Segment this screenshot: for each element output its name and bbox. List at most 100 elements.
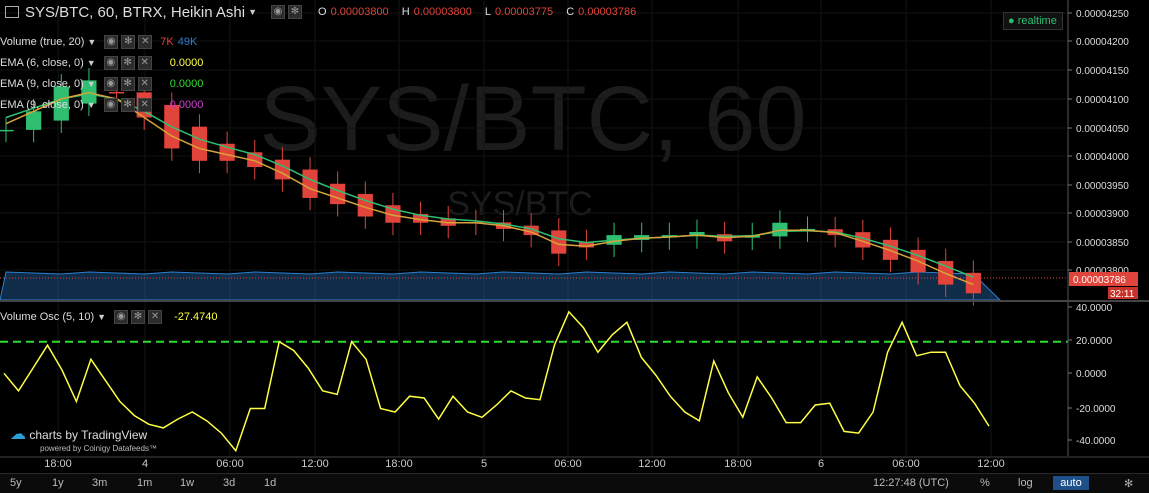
auto-toggle[interactable]: auto xyxy=(1053,476,1089,490)
legend-ema1-value: 0.0000 xyxy=(169,57,204,69)
chevron-down-icon[interactable]: ▼ xyxy=(87,79,96,89)
close-icon[interactable]: ✕ xyxy=(137,56,152,70)
price-tick-label: 0.00004250 xyxy=(1076,9,1129,20)
legend-osc-value: -27.4740 xyxy=(174,311,218,323)
time-axis-label: 12:00 xyxy=(638,458,666,470)
timeframe-5y[interactable]: 5y xyxy=(10,477,22,489)
volume-ma-area xyxy=(0,271,1002,301)
time-axis-label: 06:00 xyxy=(554,458,582,470)
eye-icon[interactable]: ◉ xyxy=(103,77,118,91)
status-dot-icon: ● xyxy=(1008,15,1015,27)
timeframe-3m[interactable]: 3m xyxy=(92,477,107,489)
gear-icon[interactable]: ✻ xyxy=(120,56,135,70)
realtime-label: realtime xyxy=(1017,15,1057,27)
price-tick-label: 0.00003850 xyxy=(1076,238,1129,249)
chart-root: SYS/BTC, 60 SYS/BTC 18:00 4 06:00 12:00 18:0… xyxy=(0,0,1149,493)
tradingview-branding[interactable]: ☁ charts by TradingView powered by Coini… xyxy=(10,424,157,453)
cloud-icon: ☁ xyxy=(10,426,26,443)
eye-icon[interactable]: ◉ xyxy=(114,310,129,324)
ohlc-high-value: 0.00003800 xyxy=(413,6,472,18)
legend-ema3[interactable]: EMA (9, close, 0) ▼ ◉ ✻ ✕ 0.0000 xyxy=(0,95,203,115)
gear-icon[interactable]: ✻ xyxy=(121,35,136,49)
ohlc-high-key: H xyxy=(401,6,410,18)
time-axis-label: 6 xyxy=(818,458,824,470)
gear-icon[interactable]: ✻ xyxy=(288,5,302,19)
candle-body xyxy=(330,183,346,205)
timeframe-3d[interactable]: 3d xyxy=(223,477,235,489)
time-axis-label: 06:00 xyxy=(216,458,244,470)
timeframe-1m[interactable]: 1m xyxy=(137,477,152,489)
title-bar: SYS/BTC, 60, BTRX, Heikin Ashi ▼ ◉ ✻ O 0.… xyxy=(0,0,646,24)
chevron-down-icon[interactable]: ▼ xyxy=(97,312,106,322)
price-tick-label: 0.00004200 xyxy=(1076,37,1129,48)
osc-tick-label: 20.0000 xyxy=(1076,336,1113,347)
realtime-badge[interactable]: ● realtime xyxy=(1003,12,1063,30)
ohlc-low-key: L xyxy=(484,6,492,18)
legend-ema2-label: EMA (9, close, 0) xyxy=(0,78,84,90)
price-tick-label: 0.00004150 xyxy=(1076,66,1129,77)
candle-body xyxy=(0,129,14,132)
time-axis-label: 18:00 xyxy=(44,458,72,470)
gear-icon[interactable]: ✻ xyxy=(120,98,135,112)
time-axis-label: 18:00 xyxy=(724,458,752,470)
price-tick-label: 0.00003900 xyxy=(1076,209,1129,220)
time-axis-label: 12:00 xyxy=(977,458,1005,470)
symbol-title[interactable]: SYS/BTC, 60, BTRX, Heikin Ashi xyxy=(25,4,245,21)
legend-ema2-value: 0.0000 xyxy=(169,78,204,90)
branding-main: charts by TradingView xyxy=(29,428,148,442)
time-axis-label: 12:00 xyxy=(301,458,329,470)
legend-volume-label: Volume (true, 20) xyxy=(0,36,85,48)
close-icon[interactable]: ✕ xyxy=(137,98,152,112)
time-axis-label: 18:00 xyxy=(385,458,413,470)
bottom-toolbar: 5y 1y 3m 1m 1w 3d 1d 12:27:48 (UTC) % lo… xyxy=(0,473,1149,493)
price-tick-label: 0.00004000 xyxy=(1076,152,1129,163)
legend-volume-ma-value: 49K xyxy=(177,36,198,48)
eye-icon[interactable]: ◉ xyxy=(103,56,118,70)
close-icon[interactable]: ✕ xyxy=(138,35,153,49)
chevron-down-icon[interactable]: ▼ xyxy=(87,100,96,110)
ohlc-close-value: 0.00003786 xyxy=(578,6,637,18)
settings-icon[interactable]: ◉ xyxy=(271,5,285,19)
eye-icon[interactable]: ◉ xyxy=(104,35,119,49)
utc-clock[interactable]: 12:27:48 (UTC) xyxy=(873,477,949,489)
legend-ema3-label: EMA (9, close, 0) xyxy=(0,99,84,111)
legend-ema2[interactable]: EMA (9, close, 0) ▼ ◉ ✻ ✕ 0.0000 xyxy=(0,74,203,94)
ohlc-open-key: O xyxy=(318,6,327,18)
current-price-label: 0.00003786 xyxy=(1073,275,1126,286)
log-toggle[interactable]: log xyxy=(1018,477,1033,489)
percent-toggle[interactable]: % xyxy=(980,477,990,489)
gear-icon[interactable]: ✻ xyxy=(120,77,135,91)
watermark-main: SYS/BTC, 60 xyxy=(259,68,806,170)
branding-sub: powered by Coinigy Datafeeds™ xyxy=(40,444,157,453)
osc-tick-label: -40.0000 xyxy=(1076,436,1116,447)
osc-tick-label: 40.0000 xyxy=(1076,303,1113,314)
price-tick-label: 0.00004050 xyxy=(1076,124,1129,135)
legend-ema1-label: EMA (6, close, 0) xyxy=(0,57,84,69)
ohlc-open-value: 0.00003800 xyxy=(330,6,389,18)
legend-osc-label: Volume Osc (5, 10) xyxy=(0,311,95,323)
ohlc-low-value: 0.00003775 xyxy=(495,6,554,18)
legend-ema3-value: 0.0000 xyxy=(169,99,204,111)
chevron-down-icon[interactable]: ▼ xyxy=(87,37,96,47)
time-axis-label: 4 xyxy=(142,458,148,470)
watermark-sub: SYS/BTC xyxy=(447,185,592,223)
gear-icon[interactable]: ✻ xyxy=(131,310,146,324)
price-tick-label: 0.00004100 xyxy=(1076,95,1129,106)
timeframe-1w[interactable]: 1w xyxy=(180,477,194,489)
legend-osc[interactable]: Volume Osc (5, 10) ▼ ◉ ✻ ✕ -27.4740 xyxy=(0,307,218,327)
gear-icon[interactable]: ✻ xyxy=(1124,477,1133,490)
chevron-down-icon[interactable]: ▼ xyxy=(248,7,257,17)
eye-icon[interactable]: ◉ xyxy=(103,98,118,112)
chevron-down-icon[interactable]: ▼ xyxy=(87,58,96,68)
close-icon[interactable]: ✕ xyxy=(148,310,163,324)
time-axis-label: 5 xyxy=(481,458,487,470)
timeframe-1y[interactable]: 1y xyxy=(52,477,64,489)
timeframe-1d[interactable]: 1d xyxy=(264,477,276,489)
close-icon[interactable]: ✕ xyxy=(137,77,152,91)
osc-tick-label: 0.0000 xyxy=(1076,369,1107,380)
menu-icon[interactable] xyxy=(5,6,19,18)
legend-ema1[interactable]: EMA (6, close, 0) ▼ ◉ ✻ ✕ 0.0000 xyxy=(0,53,203,73)
legend-volume[interactable]: Volume (true, 20) ▼ ◉ ✻ ✕ 7K 49K xyxy=(0,32,197,52)
osc-tick-label: -20.0000 xyxy=(1076,404,1116,415)
time-axis-label: 06:00 xyxy=(892,458,920,470)
